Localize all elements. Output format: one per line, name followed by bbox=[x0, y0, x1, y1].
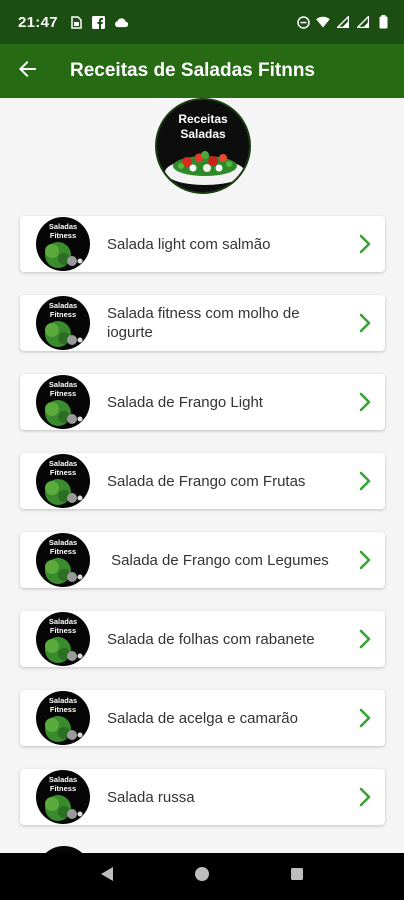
recipe-thumbnail: Saladas Fitness bbox=[36, 533, 90, 587]
recipe-thumbnail: Saladas Fitness bbox=[36, 217, 90, 271]
recipe-thumbnail: Saladas Fitness bbox=[36, 296, 90, 350]
recipe-item[interactable]: Saladas Fitness Salada light com salmão bbox=[20, 216, 385, 272]
chevron-right-icon bbox=[345, 629, 385, 649]
recipe-thumbnail: Saladas Fitness bbox=[36, 612, 90, 666]
recipe-label: Salada de Frango com Frutas bbox=[107, 472, 306, 490]
recipe-label: Salada de Frango Light bbox=[107, 393, 263, 411]
sim-icon bbox=[70, 15, 84, 29]
recipe-label: Salada fitness com molho de iogurte bbox=[107, 305, 300, 341]
chevron-right-icon bbox=[345, 392, 385, 412]
recipe-item[interactable]: Saladas Fitness Salada de acelga e camarã… bbox=[20, 690, 385, 746]
recipe-item[interactable]: Saladas Fitness Salada de Frango com Frut… bbox=[20, 453, 385, 509]
circle-home-icon bbox=[194, 866, 210, 887]
recipe-thumbnail: Saladas Fitness bbox=[36, 691, 90, 745]
do-not-disturb-icon bbox=[296, 15, 310, 29]
recipe-label: Salada light com salmão bbox=[107, 235, 271, 253]
signal-icon bbox=[336, 15, 350, 29]
back-button[interactable] bbox=[0, 44, 56, 98]
status-time: 21:47 bbox=[18, 13, 58, 31]
chevron-right-icon bbox=[345, 313, 385, 333]
arrow-back-icon bbox=[19, 60, 37, 83]
recipe-label: Salada de Frango com Legumes bbox=[107, 551, 329, 569]
recipe-thumbnail: Saladas Fitness bbox=[36, 770, 90, 824]
signal-icon-2 bbox=[356, 15, 370, 29]
status-bar: 21:47 bbox=[0, 0, 404, 44]
chevron-right-icon bbox=[345, 708, 385, 728]
recipe-label: Salada russa bbox=[107, 788, 195, 806]
recipe-item[interactable]: Saladas Fitness Salada de folhas com raba… bbox=[20, 611, 385, 667]
square-recents-icon bbox=[290, 867, 304, 886]
nav-back-button[interactable] bbox=[92, 862, 122, 892]
recipe-label: Salada de folhas com rabanete bbox=[107, 630, 315, 648]
recipe-thumbnail: Saladas Fitness bbox=[36, 454, 90, 508]
battery-icon bbox=[376, 15, 390, 29]
logo-text: Receitas Saladas bbox=[178, 112, 228, 141]
facebook-icon bbox=[92, 15, 106, 29]
chevron-right-icon bbox=[345, 234, 385, 254]
wifi-icon bbox=[316, 15, 330, 29]
recipe-thumbnail: Saladas Fitness bbox=[36, 375, 90, 429]
recipe-item[interactable]: Saladas Fitness Salada fitness com molho … bbox=[20, 295, 385, 351]
cloud-icon bbox=[114, 15, 128, 29]
triangle-back-icon bbox=[100, 866, 114, 887]
chevron-right-icon bbox=[345, 787, 385, 807]
chevron-right-icon bbox=[345, 550, 385, 570]
recipe-item[interactable]: Saladas Fitness Salada de Frango Light bbox=[20, 374, 385, 430]
nav-home-button[interactable] bbox=[187, 862, 217, 892]
recipe-item[interactable]: Saladas Fitness Salada de Frango com Legu… bbox=[20, 532, 385, 588]
app-logo: Receitas Saladas bbox=[155, 98, 251, 194]
app-bar: Receitas de Saladas Fitnns bbox=[0, 44, 404, 98]
chevron-right-icon bbox=[345, 471, 385, 491]
recipe-label: Salada de acelga e camarão bbox=[107, 709, 298, 727]
system-nav-bar bbox=[0, 853, 404, 900]
recipe-item[interactable]: Saladas Fitness Salada russa bbox=[20, 769, 385, 825]
page-title: Receitas de Saladas Fitnns bbox=[70, 60, 315, 81]
nav-recents-button[interactable] bbox=[282, 862, 312, 892]
